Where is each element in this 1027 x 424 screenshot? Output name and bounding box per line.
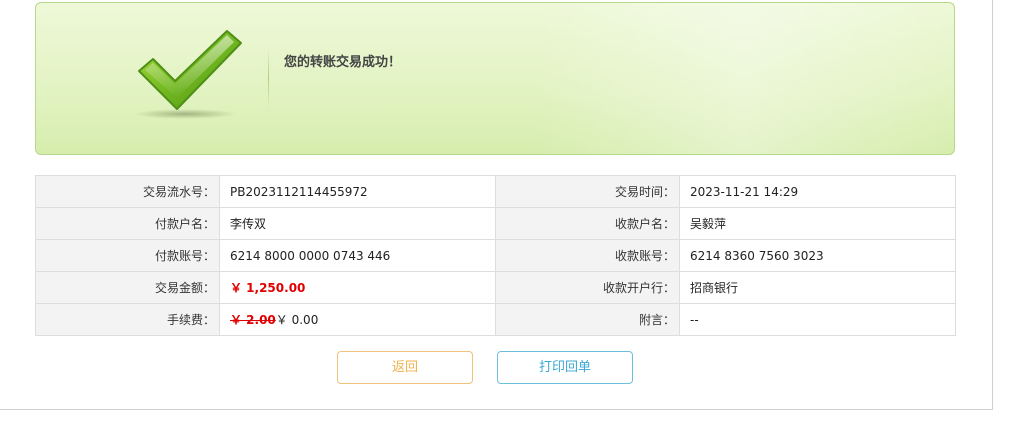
success-message: 您的转账交易成功！ [284, 55, 402, 70]
table-row: 付款账号： 6214 8000 0000 0743 446 收款账号： 6214… [35, 239, 956, 272]
payer-account-label: 付款账号： [35, 239, 220, 272]
fee-original-value: ￥ 2.00 [230, 313, 276, 327]
payer-name-value: 李传双 [219, 207, 496, 240]
transaction-time-value: 2023-11-21 14:29 [679, 175, 956, 208]
checkmark-shadow [133, 109, 237, 119]
amount-value: ￥ 1,250.00 [230, 281, 306, 295]
fee-actual-value: ￥ 0.00 [275, 313, 319, 327]
print-receipt-button[interactable]: 打印回单 [497, 351, 633, 384]
serial-number-label: 交易流水号： [35, 175, 220, 208]
memo-value: -- [679, 303, 956, 336]
amount-label: 交易金额： [35, 271, 220, 304]
transaction-time-label: 交易时间： [495, 175, 680, 208]
transaction-details-table: 交易流水号： PB2023112114455972 交易时间： 2023-11-… [35, 175, 956, 336]
amount-cell: ￥ 1,250.00 [219, 271, 496, 304]
back-button[interactable]: 返回 [337, 351, 473, 384]
success-panel: 您的转账交易成功！ [35, 2, 955, 155]
payer-name-label: 付款户名： [35, 207, 220, 240]
payee-account-value: 6214 8360 7560 3023 [679, 239, 956, 272]
table-row: 交易流水号： PB2023112114455972 交易时间： 2023-11-… [35, 175, 956, 208]
fee-label: 手续费： [35, 303, 220, 336]
table-row: 手续费： ￥ 2.00￥ 0.00 附言： -- [35, 303, 956, 336]
table-row: 交易金额： ￥ 1,250.00 收款开户行： 招商银行 [35, 271, 956, 304]
checkmark-icon [131, 23, 246, 123]
payee-bank-label: 收款开户行： [495, 271, 680, 304]
panel-sheen [534, 3, 954, 154]
payee-account-label: 收款账号： [495, 239, 680, 272]
content-frame: 您的转账交易成功！ 交易流水号： PB2023112114455972 交易时间… [0, 0, 993, 410]
checkmark-svg [138, 30, 242, 110]
memo-label: 附言： [495, 303, 680, 336]
payee-name-value: 吴毅萍 [679, 207, 956, 240]
panel-divider [268, 48, 269, 108]
fee-cell: ￥ 2.00￥ 0.00 [219, 303, 496, 336]
table-row: 付款户名： 李传双 收款户名： 吴毅萍 [35, 207, 956, 240]
payee-name-label: 收款户名： [495, 207, 680, 240]
payee-bank-value: 招商银行 [679, 271, 956, 304]
payer-account-value: 6214 8000 0000 0743 446 [219, 239, 496, 272]
serial-number-value: PB2023112114455972 [219, 175, 496, 208]
